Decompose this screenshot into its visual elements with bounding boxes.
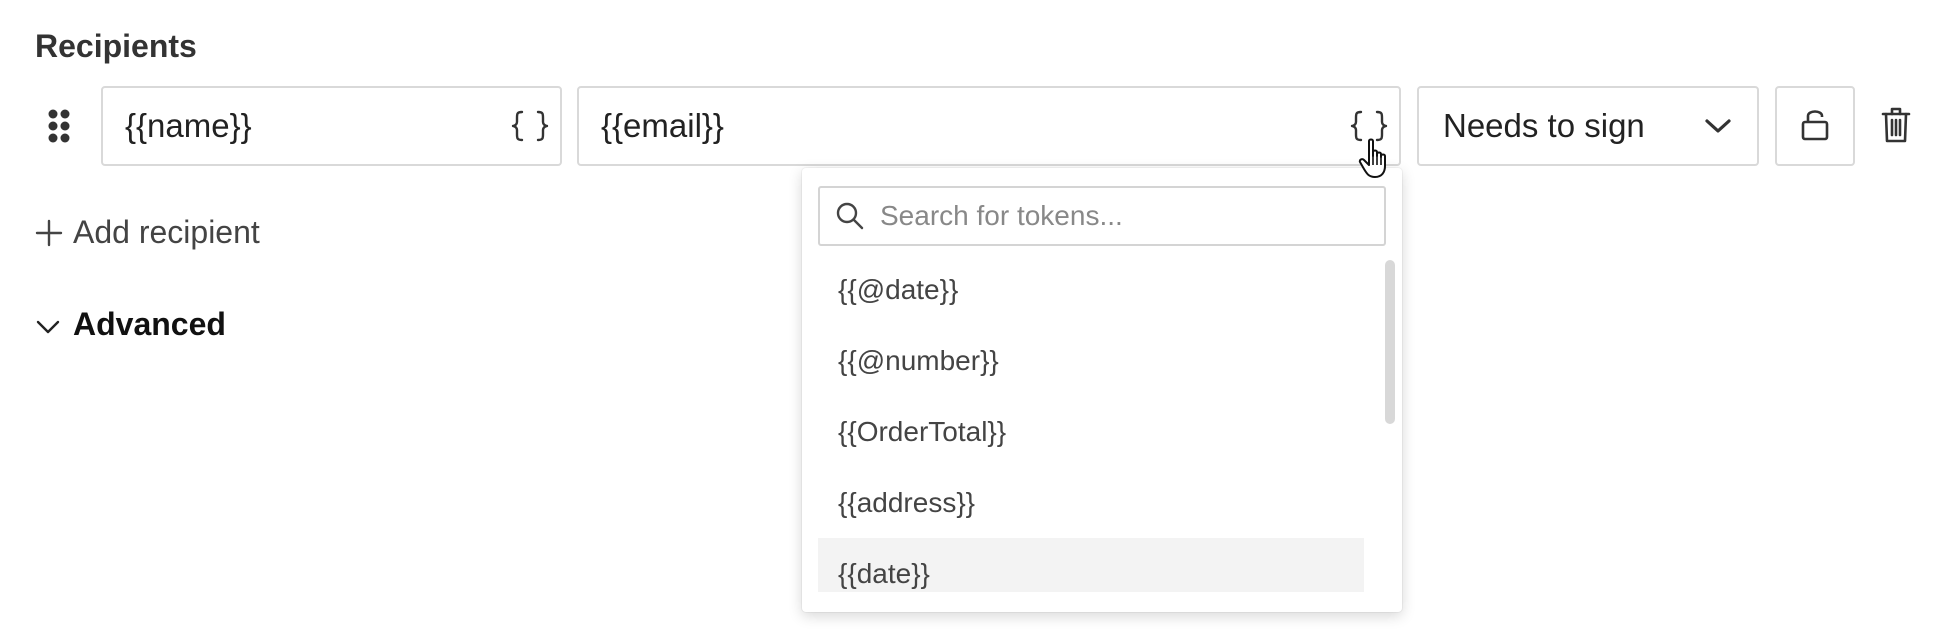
recipient-name-field[interactable]: {{name}}	[101, 86, 562, 166]
lock-toggle-button[interactable]	[1775, 86, 1855, 166]
hand-pointer-cursor	[1358, 138, 1392, 180]
recipient-email-value: {{email}}	[601, 107, 724, 144]
drag-handle-icon[interactable]	[44, 108, 74, 144]
unlock-icon	[1800, 106, 1830, 147]
token-item[interactable]: {{@date}}	[818, 254, 1364, 325]
recipient-role-select[interactable]: Needs to sign	[1417, 86, 1759, 166]
add-recipient-button[interactable]: Add recipient	[35, 210, 260, 254]
token-search-input[interactable]	[880, 188, 1384, 244]
chevron-down-icon	[1679, 117, 1757, 135]
token-item[interactable]: {{date}}	[818, 538, 1364, 592]
token-list: {{@date}} {{@number}} {{OrderTotal}} {{a…	[818, 254, 1364, 592]
add-recipient-label: Add recipient	[73, 213, 260, 250]
advanced-toggle[interactable]: Advanced	[35, 302, 226, 346]
chevron-down-icon	[35, 311, 61, 337]
delete-recipient-button[interactable]	[1878, 106, 1914, 148]
advanced-label: Advanced	[73, 305, 226, 342]
plus-icon	[35, 218, 63, 247]
recipients-title: Recipients	[35, 28, 197, 64]
token-list-scrollbar[interactable]	[1385, 260, 1395, 424]
token-item[interactable]: {{OrderTotal}}	[818, 396, 1364, 467]
token-search-box[interactable]	[818, 186, 1386, 246]
recipient-email-field[interactable]: {{email}}	[577, 86, 1401, 166]
token-item[interactable]: {{address}}	[818, 467, 1364, 538]
braces-icon[interactable]	[500, 88, 560, 164]
token-item[interactable]: {{@number}}	[818, 325, 1364, 396]
trash-icon	[1880, 106, 1912, 149]
search-icon	[820, 188, 880, 244]
recipient-role-value: Needs to sign	[1443, 107, 1645, 144]
recipient-name-value: {{name}}	[125, 107, 252, 144]
token-dropdown: {{@date}} {{@number}} {{OrderTotal}} {{a…	[802, 168, 1402, 612]
